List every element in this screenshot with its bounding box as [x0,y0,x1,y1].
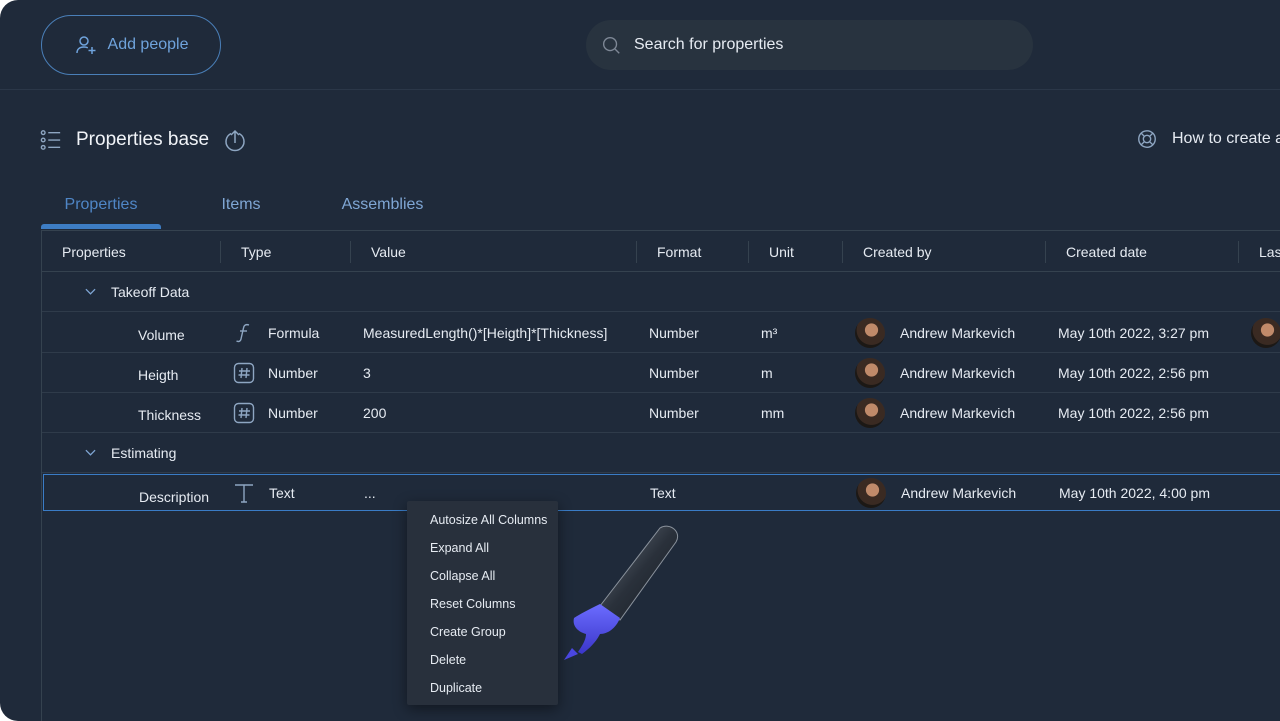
tab-bar: Properties Items Assemblies [41,180,1280,230]
tab-label: Properties [64,196,138,213]
add-people-label: Add people [107,36,189,53]
property-unit: mm [761,405,785,421]
menu-item-create-group[interactable]: Create Group [407,618,558,646]
text-type-icon [235,484,253,503]
column-header-properties[interactable]: Properties [62,231,126,272]
table-row[interactable]: Thickness Number 200 Number mm Andrew Ma… [42,393,1280,433]
search-bar[interactable] [586,20,1033,70]
table-header: Properties Type Value Format Unit Create… [42,231,1280,272]
property-value: MeasuredLength()*[Heigth]*[Thickness] [363,325,608,341]
tab-properties[interactable]: Properties [41,180,161,230]
column-header-value[interactable]: Value [371,231,406,272]
created-by: Andrew Markevich [900,405,1016,421]
hash-icon [233,362,255,384]
upload-icon[interactable] [223,128,247,152]
created-date: May 10th 2022, 2:56 pm [1058,405,1209,421]
menu-item-collapse-all[interactable]: Collapse All [407,562,558,590]
app-window: Add people Properties base How to create… [0,0,1280,721]
group-row-takeoff-data[interactable]: Takeoff Data [42,272,1280,312]
property-type: Text [269,485,295,501]
add-people-button[interactable]: Add people [41,15,221,75]
menu-item-reset-columns[interactable]: Reset Columns [407,590,558,618]
created-date: May 10th 2022, 4:00 pm [1059,485,1210,501]
property-name: Description [139,489,210,505]
property-name: Volume [138,327,185,343]
add-user-icon [75,36,96,54]
column-separator[interactable] [1045,241,1046,263]
group-label: Takeoff Data [111,284,190,300]
property-format: Number [649,365,699,381]
column-header-unit[interactable]: Unit [769,231,794,272]
property-value: 200 [363,405,387,421]
column-separator[interactable] [748,241,749,263]
top-bar: Add people [0,0,1280,90]
column-header-format[interactable]: Format [657,231,701,272]
column-header-type[interactable]: Type [241,231,271,272]
formula-icon [236,323,250,343]
context-menu: Autosize All Columns Expand All Collapse… [407,501,558,705]
help-link-label: How to create a [1172,130,1280,147]
avatar [855,318,885,348]
column-separator[interactable] [636,241,637,263]
group-row-estimating[interactable]: Estimating [42,433,1280,473]
chevron-down-icon[interactable] [85,448,96,457]
list-icon [40,130,61,150]
menu-item-delete[interactable]: Delete [407,646,558,674]
tab-items[interactable]: Items [206,180,276,230]
property-format: Number [649,325,699,341]
avatar [856,478,886,508]
table-row[interactable]: Volume Formula MeasuredLength()*[Heigth]… [42,313,1280,353]
menu-item-autosize-all-columns[interactable]: Autosize All Columns [407,506,558,534]
chevron-down-icon[interactable] [85,287,96,296]
created-by: Andrew Markevich [900,365,1016,381]
column-separator[interactable] [1238,241,1239,263]
property-type: Number [268,365,318,381]
page-title: Properties base [76,129,210,150]
column-header-created-by[interactable]: Created by [863,231,931,272]
column-header-last[interactable]: Las [1259,231,1280,272]
property-unit: m³ [761,325,778,341]
property-type: Formula [268,325,320,341]
column-separator[interactable] [220,241,221,263]
hash-icon [233,402,255,424]
column-header-created-date[interactable]: Created date [1066,231,1147,272]
created-by: Andrew Markevich [900,325,1016,341]
property-unit: m [761,365,773,381]
pointing-hand-cursor-icon [564,525,678,660]
property-value: ... [364,485,376,501]
table-row-selected[interactable]: Description Text ... Text Andrew Markevi… [43,474,1280,511]
avatar [1251,318,1280,348]
help-link[interactable]: How to create a [1136,128,1280,150]
table-row[interactable]: Heigth Number 3 Number m Andrew Markevic… [42,353,1280,393]
active-tab-indicator [41,224,161,229]
property-format: Text [650,485,676,501]
lifebuoy-icon [1138,130,1156,148]
property-value: 3 [363,365,371,381]
property-format: Number [649,405,699,421]
menu-item-duplicate[interactable]: Duplicate [407,674,558,702]
tab-label: Assemblies [341,196,424,213]
property-name: Heigth [138,367,179,383]
avatar [855,398,885,428]
column-separator[interactable] [842,241,843,263]
group-label: Estimating [111,445,177,461]
tab-assemblies[interactable]: Assemblies [336,180,429,230]
menu-item-expand-all[interactable]: Expand All [407,534,558,562]
search-icon [602,36,620,54]
created-date: May 10th 2022, 2:56 pm [1058,365,1209,381]
property-name: Thickness [138,407,202,423]
page-header: Properties base [40,125,247,155]
avatar [855,358,885,388]
tab-label: Items [221,196,261,213]
property-type: Number [268,405,318,421]
created-date: May 10th 2022, 3:27 pm [1058,325,1209,341]
search-input[interactable] [634,36,994,54]
created-by: Andrew Markevich [901,485,1017,501]
column-separator[interactable] [350,241,351,263]
